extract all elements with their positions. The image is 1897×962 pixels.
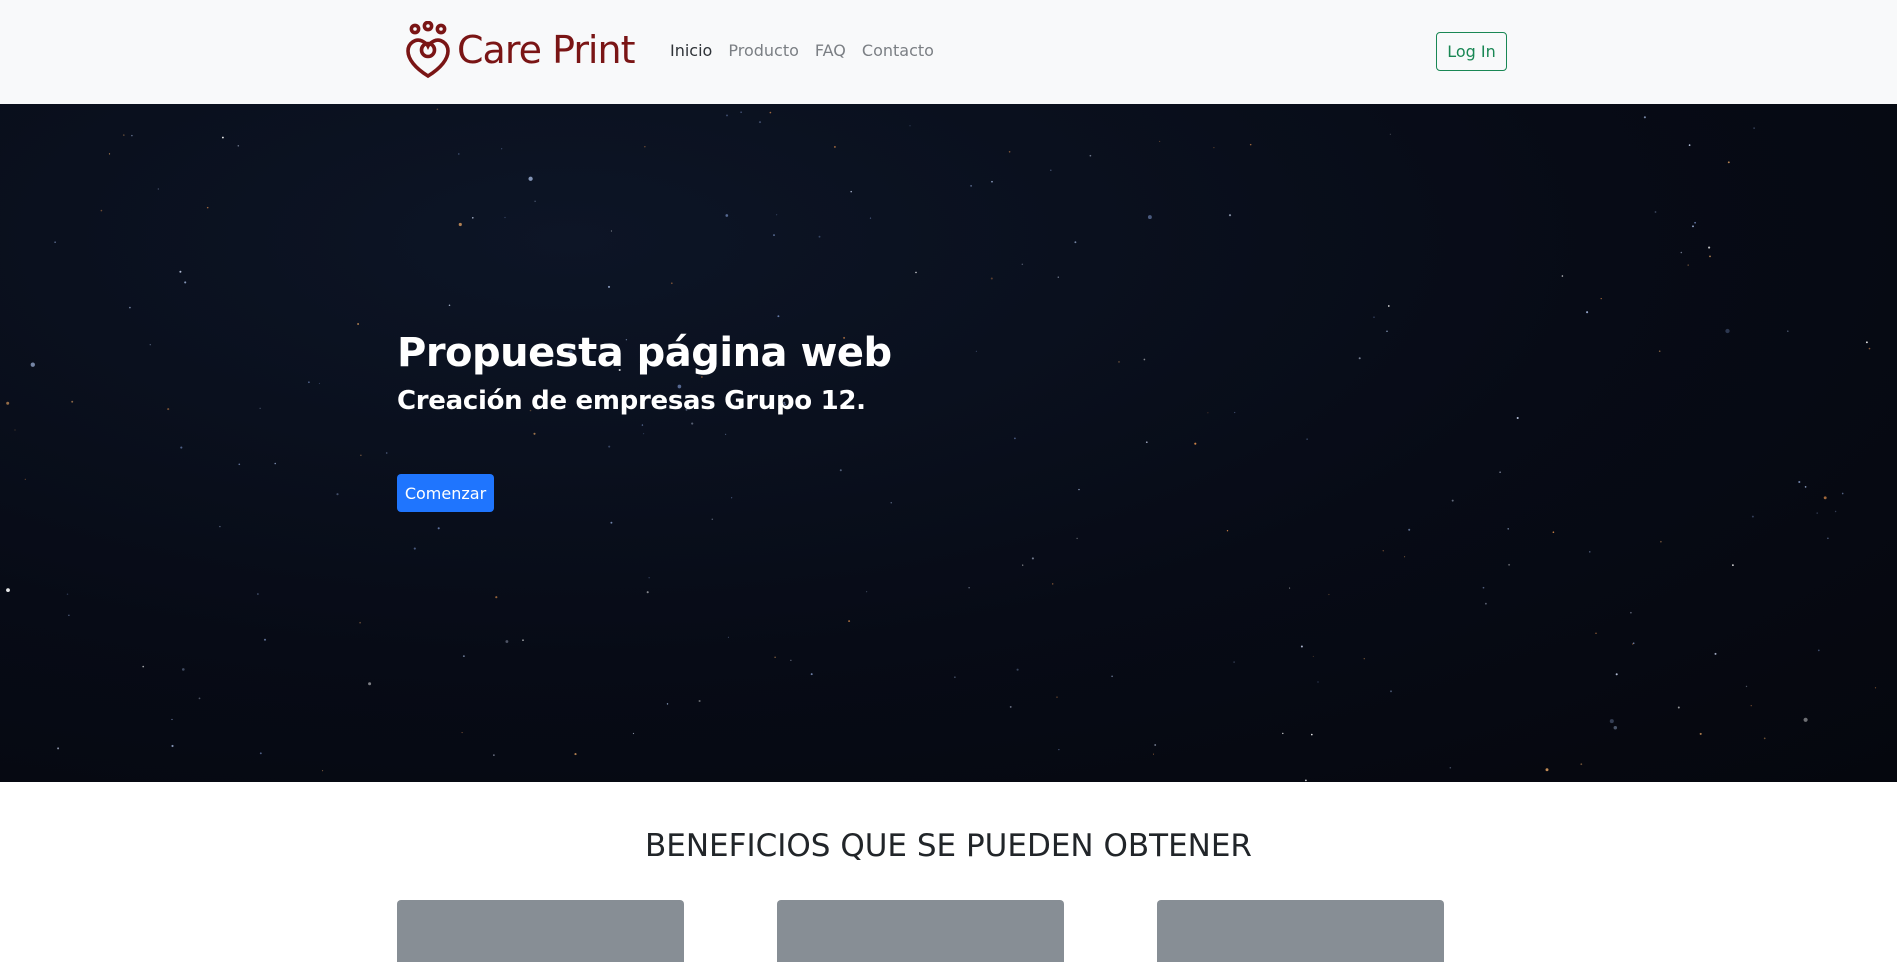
nav-item-contacto[interactable]: Contacto [862, 40, 934, 62]
hero-section: Propuesta página web Creación de empresa… [0, 104, 1897, 782]
brand-name: Care Print [457, 28, 635, 72]
hero-subtitle: Creación de empresas Grupo 12. [397, 386, 866, 416]
benefit-card-image [1157, 900, 1444, 962]
brand-link[interactable]: Care Print [405, 20, 635, 80]
nav-item-producto[interactable]: Producto [728, 40, 799, 62]
nav-item-inicio[interactable]: Inicio [670, 40, 712, 62]
benefits-title: BENEFICIOS QUE SE PUEDEN OBTENER [645, 828, 1252, 864]
nav-links: Inicio Producto FAQ Contacto [670, 40, 950, 62]
starfield-background [6, 108, 1877, 782]
login-button[interactable]: Log In [1436, 32, 1507, 71]
benefit-card-image [397, 900, 684, 962]
benefit-card-image [777, 900, 1064, 962]
paw-heart-icon [406, 21, 450, 79]
navbar: Care Print Inicio Producto FAQ Contacto … [0, 0, 1897, 104]
nav-item-faq[interactable]: FAQ [815, 40, 846, 62]
start-button[interactable]: Comenzar [397, 474, 494, 512]
hero-title: Propuesta página web [397, 330, 892, 376]
